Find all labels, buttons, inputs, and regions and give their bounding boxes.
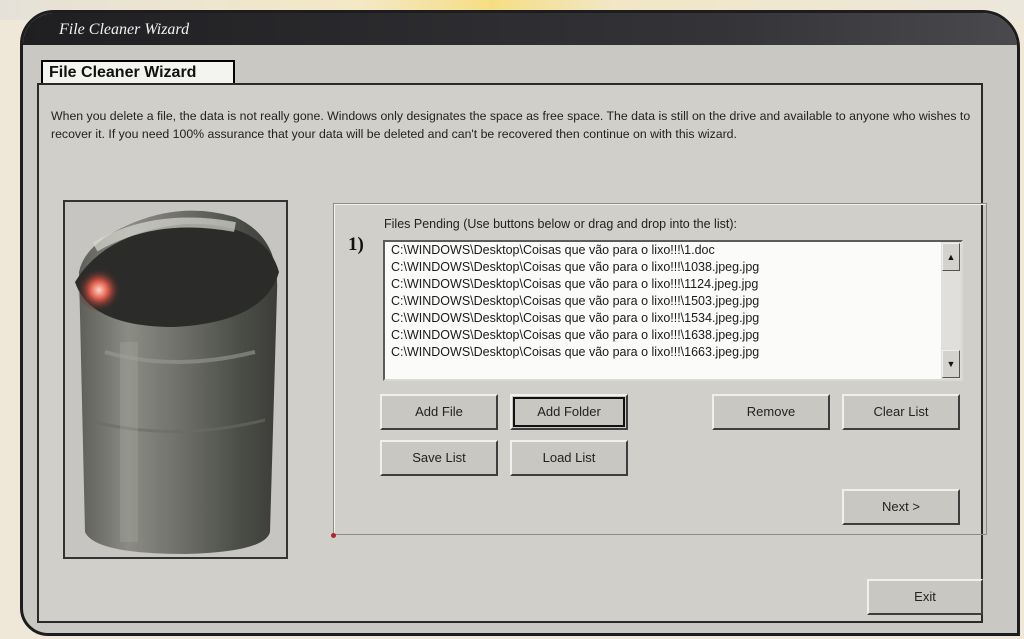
trash-can-image bbox=[63, 200, 288, 559]
next-button[interactable]: Next > bbox=[842, 489, 960, 525]
window-title: File Cleaner Wizard bbox=[59, 21, 190, 38]
add-file-button[interactable]: Add File bbox=[380, 394, 498, 430]
save-list-button[interactable]: Save List bbox=[380, 440, 498, 476]
files-pending-label: Files Pending (Use buttons below or drag… bbox=[384, 217, 737, 231]
list-item[interactable]: C:\WINDOWS\Desktop\Coisas que vão para o… bbox=[385, 259, 961, 276]
title-bar[interactable]: File Cleaner Wizard bbox=[23, 13, 1017, 45]
red-marker bbox=[331, 533, 336, 538]
wizard-window: File Cleaner Wizard File Cleaner Wizard … bbox=[20, 10, 1020, 636]
remove-button[interactable]: Remove bbox=[712, 394, 830, 430]
intro-text: When you delete a file, the data is not … bbox=[51, 109, 971, 141]
list-item[interactable]: C:\WINDOWS\Desktop\Coisas que vão para o… bbox=[385, 310, 961, 327]
exit-button[interactable]: Exit bbox=[867, 579, 983, 615]
list-item[interactable]: C:\WINDOWS\Desktop\Coisas que vão para o… bbox=[385, 276, 961, 293]
list-item[interactable]: C:\WINDOWS\Desktop\Coisas que vão para o… bbox=[385, 242, 961, 259]
step-number: 1) bbox=[348, 234, 364, 255]
list-item[interactable]: C:\WINDOWS\Desktop\Coisas que vão para o… bbox=[385, 344, 961, 361]
load-list-button[interactable]: Load List bbox=[510, 440, 628, 476]
add-folder-button[interactable]: Add Folder bbox=[510, 394, 628, 430]
trash-can-icon bbox=[65, 202, 286, 557]
tab-file-cleaner-wizard[interactable]: File Cleaner Wizard bbox=[41, 60, 235, 85]
wizard-panel: When you delete a file, the data is not … bbox=[37, 83, 987, 623]
scroll-down-arrow-icon[interactable]: ▼ bbox=[942, 350, 960, 378]
files-pending-group: 1) Files Pending (Use buttons below or d… bbox=[333, 203, 987, 535]
clear-list-button[interactable]: Clear List bbox=[842, 394, 960, 430]
scroll-up-arrow-icon[interactable]: ▲ bbox=[942, 243, 960, 271]
files-pending-list[interactable]: C:\WINDOWS\Desktop\Coisas que vão para o… bbox=[383, 240, 963, 381]
list-item[interactable]: C:\WINDOWS\Desktop\Coisas que vão para o… bbox=[385, 293, 961, 310]
list-scrollbar[interactable]: ▲ ▼ bbox=[941, 242, 961, 379]
list-item[interactable]: C:\WINDOWS\Desktop\Coisas que vão para o… bbox=[385, 327, 961, 344]
